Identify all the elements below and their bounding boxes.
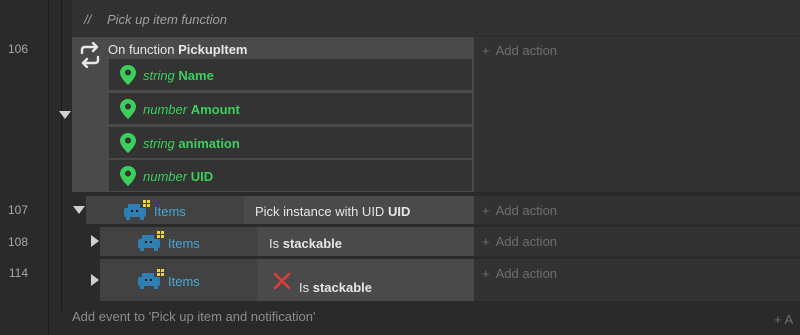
comment-text: Pick up item function: [107, 12, 227, 27]
parameter-name: animation: [178, 136, 240, 151]
parameter-label: number Amount: [143, 102, 240, 117]
parameter-name: Name: [178, 68, 214, 83]
indent-line: [61, 0, 62, 310]
actions-column[interactable]: + Add action: [474, 196, 800, 224]
sprite-icon: [138, 231, 164, 251]
parameter-type: number: [143, 169, 188, 184]
parameter-label: number UID: [143, 169, 213, 184]
line-number: 108: [7, 235, 28, 249]
object-name: Items: [168, 274, 200, 289]
repeat-arrows-icon: [80, 42, 100, 68]
parameter-type: number: [143, 102, 188, 117]
function-parameter[interactable]: string Name: [109, 59, 472, 90]
x-icon: [273, 272, 291, 290]
add-action-button[interactable]: + Add action: [482, 234, 557, 249]
condition-text: Is stackable: [269, 236, 343, 251]
actions-column[interactable]: + Add action: [474, 259, 800, 301]
parameter-name: Amount: [190, 102, 240, 117]
line-number: 107: [7, 203, 28, 217]
condition-text: Pick instance with UID UID: [255, 204, 411, 219]
actions-column[interactable]: + Add action: [474, 227, 800, 256]
function-name: PickupItem: [178, 42, 248, 57]
object-name: Items: [154, 204, 186, 219]
expand-toggle[interactable]: [91, 274, 99, 286]
parameter-label: string animation: [143, 136, 240, 151]
actions-column[interactable]: + Add action: [474, 37, 800, 192]
map-pin-icon: [120, 99, 136, 119]
add-action-button[interactable]: + Add action: [482, 203, 557, 218]
parameter-label: string Name: [143, 68, 214, 83]
parameter-type: string: [143, 136, 175, 151]
sprite-icon: [124, 200, 150, 220]
add-event-button[interactable]: Add event to 'Pick up item and notificat…: [72, 309, 315, 324]
map-pin-icon: [120, 166, 136, 186]
sprite-icon: [138, 269, 164, 289]
collapse-toggle[interactable]: [59, 111, 71, 119]
line-number: 114: [8, 266, 28, 280]
comment-row[interactable]: // Pick up item function: [72, 0, 800, 36]
gutter-divider: [48, 0, 49, 335]
map-pin-icon: [120, 133, 136, 153]
comment-marker: //: [84, 12, 92, 27]
function-parameter[interactable]: number Amount: [109, 93, 472, 124]
object-cell[interactable]: Items: [100, 259, 258, 301]
collapse-toggle[interactable]: [73, 206, 85, 214]
function-prefix: On function: [108, 42, 175, 57]
function-parameter[interactable]: string animation: [109, 127, 472, 158]
map-pin-icon: [120, 65, 136, 85]
add-action-button[interactable]: + Add action: [482, 266, 557, 281]
condition-text: Is stackable: [299, 280, 373, 295]
line-number: 106: [7, 42, 28, 56]
object-cell[interactable]: Items: [86, 196, 244, 224]
object-name: Items: [168, 236, 200, 251]
object-cell[interactable]: Items: [100, 227, 258, 256]
add-action-button[interactable]: + A: [774, 312, 793, 327]
parameter-name: UID: [190, 169, 214, 184]
parameter-type: string: [143, 68, 175, 83]
expand-toggle[interactable]: [91, 235, 99, 247]
function-parameter[interactable]: number UID: [109, 160, 472, 191]
add-action-button[interactable]: + Add action: [482, 43, 557, 58]
function-title: On function PickupItem: [108, 42, 247, 57]
